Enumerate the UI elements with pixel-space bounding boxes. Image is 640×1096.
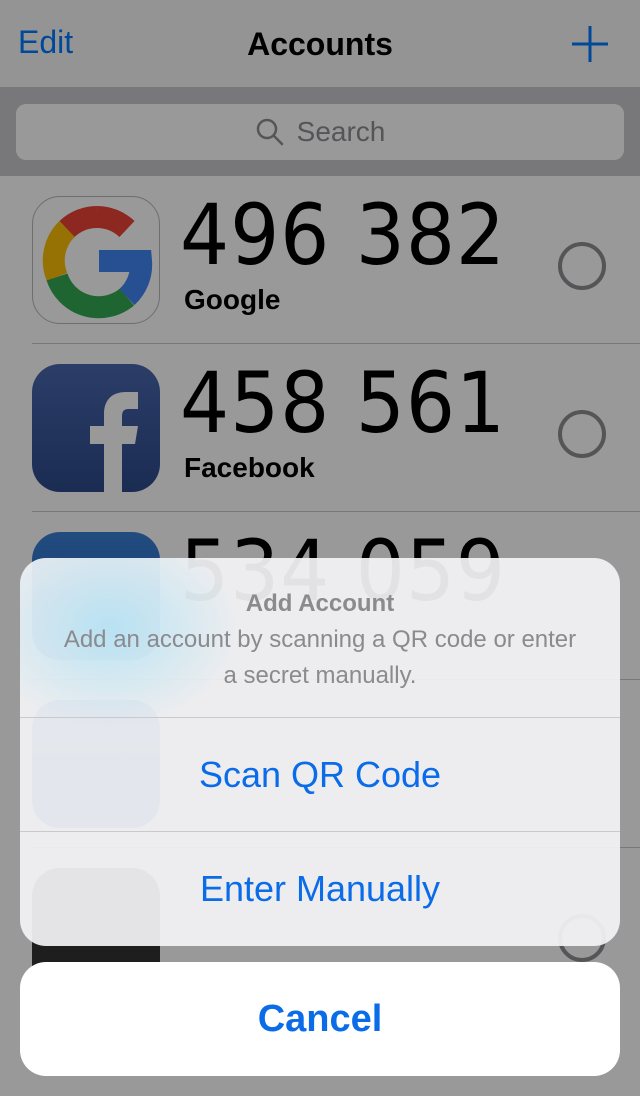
cancel-button[interactable]: Cancel	[20, 962, 620, 1076]
action-sheet-header: Add Account Add an account by scanning a…	[20, 558, 620, 718]
action-sheet-message: Add an account by scanning a QR code or …	[63, 626, 577, 689]
action-sheet-title: Add Account	[245, 590, 395, 617]
scan-qr-code-button[interactable]: Scan QR Code	[20, 718, 620, 832]
enter-manually-button[interactable]: Enter Manually	[20, 832, 620, 946]
action-sheet: Add Account Add an account by scanning a…	[20, 558, 620, 946]
